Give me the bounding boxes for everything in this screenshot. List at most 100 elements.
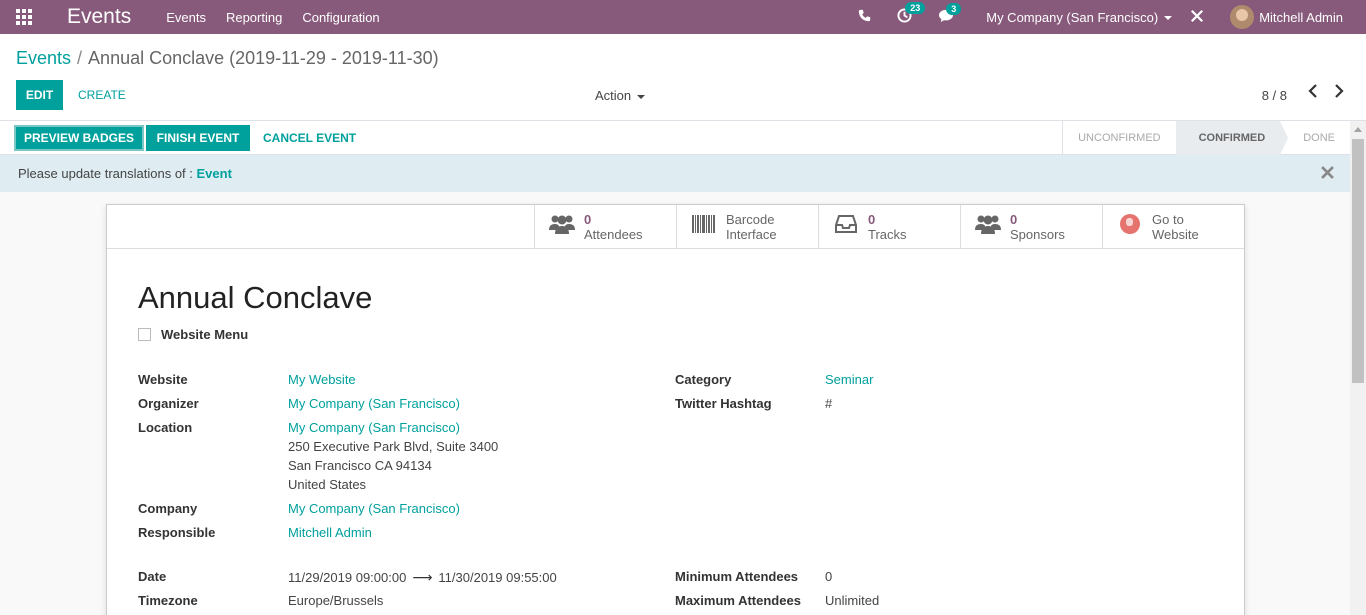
activity-clock-icon[interactable]: 23	[897, 2, 926, 26]
date-end[interactable]: 11/30/2019 09:55:00	[438, 570, 556, 585]
twitter-hashtag-value[interactable]: #	[825, 396, 832, 411]
website-menu-checkbox[interactable]	[138, 328, 151, 341]
avatar	[1230, 5, 1255, 29]
tracks-count: 0	[868, 211, 876, 227]
app-title[interactable]: Events	[67, 5, 131, 29]
user-name: Mitchell Admin	[1259, 9, 1343, 25]
barcode-icon	[691, 214, 717, 239]
website-line1: Go to	[1152, 211, 1184, 227]
organizer-value[interactable]: My Company (San Francisco)	[288, 396, 460, 411]
date-label: Date	[138, 569, 167, 584]
create-button[interactable]: CREATE	[78, 80, 126, 110]
sponsors-smart-button[interactable]: 0 Sponsors	[960, 205, 1102, 248]
globe-icon	[1117, 213, 1143, 240]
smart-button-box: 0 Attendees Barcode Interface 0 Tracks 0 Spo…	[534, 205, 1244, 249]
close-icon[interactable]	[1321, 163, 1334, 184]
apps-menu-icon[interactable]	[0, 0, 48, 34]
tracks-label: Tracks	[868, 226, 907, 242]
tracks-smart-button[interactable]: 0 Tracks	[818, 205, 960, 248]
website-label: Website	[138, 372, 188, 387]
company-value[interactable]: My Company (San Francisco)	[288, 501, 460, 516]
finish-event-button[interactable]: FINISH EVENT	[146, 125, 250, 151]
date-start[interactable]: 11/29/2019 09:00:00	[288, 570, 406, 585]
messages-icon[interactable]: 3	[938, 2, 962, 26]
inbox-icon	[833, 214, 859, 239]
timezone-value[interactable]: Europe/Brussels	[288, 593, 383, 608]
stage-unconfirmed[interactable]: UNCONFIRMED	[1063, 121, 1176, 155]
alert-message: Please update translations of : Event	[18, 166, 232, 181]
company-name: My Company (San Francisco)	[986, 9, 1159, 25]
location-address-line1: 250 Executive Park Blvd, Suite 3400	[288, 439, 499, 454]
phone-icon[interactable]	[858, 9, 871, 25]
translation-alert: Please update translations of : Event	[0, 155, 1350, 192]
scroll-thumb[interactable]	[1352, 139, 1364, 383]
attendees-count: 0	[584, 211, 592, 227]
edit-button[interactable]: EDIT	[16, 80, 63, 110]
stage-pipeline: UNCONFIRMED CONFIRMED DONE	[1062, 121, 1350, 155]
minimum-attendees-value[interactable]: 0	[825, 569, 832, 584]
attendees-smart-button[interactable]: 0 Attendees	[534, 205, 676, 248]
chevron-down-icon	[637, 94, 646, 99]
responsible-value[interactable]: Mitchell Admin	[288, 525, 372, 540]
message-count-badge: 3	[946, 2, 962, 15]
attendees-text: 0 Attendees	[584, 212, 643, 242]
sponsors-label: Sponsors	[1010, 226, 1065, 242]
form-statusbar: PREVIEW BADGES FINISH EVENT CANCEL EVENT…	[0, 121, 1350, 155]
preview-badges-button[interactable]: PREVIEW BADGES	[14, 125, 144, 151]
sponsors-count: 0	[1010, 211, 1018, 227]
scroll-up-arrow-icon[interactable]	[1354, 127, 1362, 132]
users-icon	[975, 214, 1001, 240]
minimum-attendees-label: Minimum Attendees	[675, 569, 799, 584]
pager-arrows	[1308, 84, 1344, 103]
twitter-hashtag-label: Twitter Hashtag	[675, 396, 772, 411]
maximum-attendees-value[interactable]: Unlimited	[825, 593, 879, 608]
website-line2: Website	[1152, 226, 1199, 242]
date-range: 11/29/2019 09:00:00 ⟶ 11/30/2019 09:55:00	[288, 569, 557, 586]
breadcrumb-separator: /	[77, 48, 83, 68]
pager-next-icon[interactable]	[1334, 84, 1344, 103]
control-panel: Events / Annual Conclave (2019-11-29 - 201…	[0, 34, 1366, 121]
category-label: Category	[675, 372, 732, 387]
location-label: Location	[138, 420, 193, 435]
website-value[interactable]: My Website	[288, 372, 356, 387]
action-label: Action	[595, 88, 632, 103]
go-to-website-smart-button[interactable]: Go to Website	[1102, 205, 1244, 248]
pager-value[interactable]: 8 / 8	[1262, 88, 1287, 103]
top-navbar: Events Events Reporting Configuration 23…	[0, 0, 1366, 34]
action-dropdown[interactable]: Action	[595, 88, 646, 103]
user-menu[interactable]: Mitchell Admin	[1230, 5, 1343, 29]
category-value[interactable]: Seminar	[825, 372, 873, 387]
main-menu: Events Reporting Configuration	[166, 10, 399, 25]
event-name: Annual Conclave	[138, 280, 373, 315]
breadcrumb-current: Annual Conclave (2019-11-29 - 2019-11-30…	[88, 48, 439, 68]
barcode-interface-smart-button[interactable]: Barcode Interface	[676, 205, 818, 248]
stage-confirmed[interactable]: CONFIRMED	[1175, 121, 1288, 155]
page-scrollbar[interactable]	[1350, 121, 1366, 615]
menu-events[interactable]: Events	[166, 10, 206, 25]
location-value[interactable]: My Company (San Francisco)	[288, 420, 460, 435]
breadcrumb-events-link[interactable]: Events	[16, 48, 71, 68]
company-switcher[interactable]: My Company (San Francisco)	[986, 9, 1173, 25]
pager-previous-icon[interactable]	[1308, 84, 1318, 103]
attendees-label: Attendees	[584, 226, 643, 242]
timezone-label: Timezone	[138, 593, 198, 608]
stage-done[interactable]: DONE	[1280, 121, 1350, 155]
alert-event-link[interactable]: Event	[197, 166, 232, 181]
menu-configuration[interactable]: Configuration	[302, 10, 379, 25]
form-sheet: 0 Attendees Barcode Interface 0 Tracks 0 Spo…	[106, 204, 1245, 615]
activity-count-badge: 23	[905, 2, 926, 14]
sponsors-text: 0 Sponsors	[1010, 212, 1065, 242]
debug-tools-icon[interactable]	[1190, 9, 1204, 26]
tracks-text: 0 Tracks	[868, 212, 907, 242]
barcode-text: Barcode Interface	[726, 212, 777, 242]
organizer-label: Organizer	[138, 396, 199, 411]
menu-reporting[interactable]: Reporting	[226, 10, 282, 25]
cancel-event-button[interactable]: CANCEL EVENT	[263, 131, 356, 145]
chevron-down-icon	[1164, 16, 1173, 21]
company-label: Company	[138, 501, 198, 516]
barcode-line1: Barcode	[726, 211, 775, 227]
location-address-line2: San Francisco CA 94134	[288, 458, 432, 473]
users-icon	[549, 214, 575, 240]
systray: 23 3 My Company (San Francisco) Mitchell…	[858, 0, 1366, 34]
website-menu-label: Website Menu	[161, 327, 249, 342]
